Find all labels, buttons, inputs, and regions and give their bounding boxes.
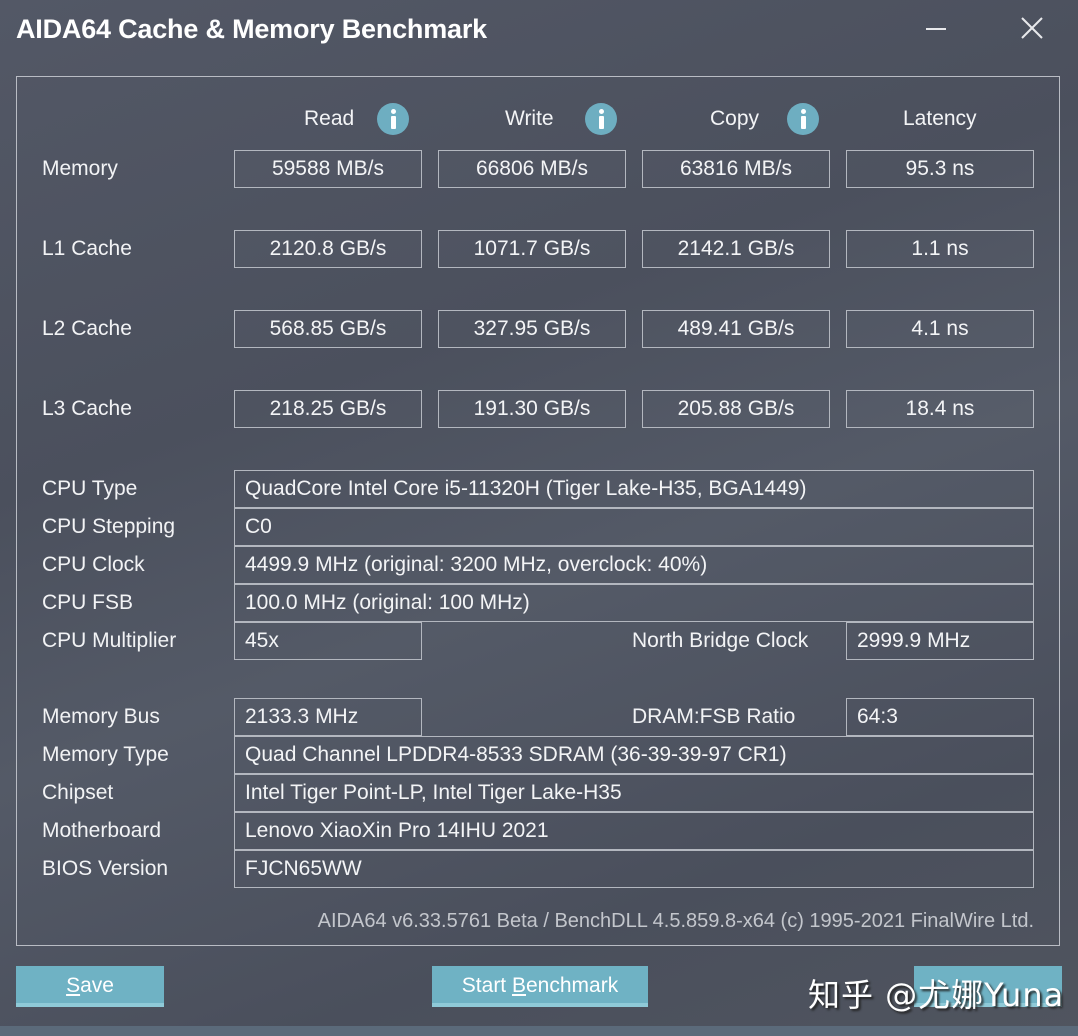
memory-copy-value: 63816 MB/s: [642, 150, 830, 188]
motherboard-label: Motherboard: [42, 819, 162, 842]
column-header-read: Read: [304, 107, 355, 130]
minimize-button[interactable]: [918, 12, 954, 46]
row-label: L3 Cache: [42, 397, 132, 420]
row-label: L1 Cache: [42, 237, 132, 260]
l1-write-value: 1071.7 GB/s: [438, 230, 626, 268]
l2-read-value: 568.85 GB/s: [234, 310, 422, 348]
start-benchmark-mnemonic: B: [511, 974, 526, 997]
window-title: AIDA64 Cache & Memory Benchmark: [16, 14, 487, 44]
memory-type-label: Memory Type: [42, 743, 169, 766]
chipset-value: Intel Tiger Point-LP, Intel Tiger Lake-H…: [234, 774, 1034, 812]
memory-latency-value: 95.3 ns: [846, 150, 1034, 188]
cpu-clock-value: 4499.9 MHz (original: 3200 MHz, overcloc…: [234, 546, 1034, 584]
l3-copy-value: 205.88 GB/s: [642, 390, 830, 428]
start-benchmark-button[interactable]: Start Benchmark: [432, 966, 648, 1007]
start-benchmark-rest: enchmark: [526, 974, 619, 997]
memory-read-value: 59588 MB/s: [234, 150, 422, 188]
save-button[interactable]: Save: [16, 966, 164, 1007]
cpu-clock-label: CPU Clock: [42, 553, 145, 576]
l2-write-value: 327.95 GB/s: [438, 310, 626, 348]
read-info-icon[interactable]: [377, 103, 409, 135]
north-bridge-clock-label: North Bridge Clock: [632, 629, 809, 652]
column-header-copy: Copy: [710, 107, 760, 130]
cpu-fsb-label: CPU FSB: [42, 591, 134, 614]
cpu-multiplier-value: 45x: [234, 622, 422, 660]
l3-read-value: 218.25 GB/s: [234, 390, 422, 428]
motherboard-value: Lenovo XiaoXin Pro 14IHU 2021: [234, 812, 1034, 850]
dram-fsb-ratio-label: DRAM:FSB Ratio: [632, 705, 796, 728]
save-label: ave: [80, 974, 114, 997]
bios-version-label: BIOS Version: [42, 857, 169, 880]
watermark: 知乎 @尤娜Yuna: [808, 976, 1065, 1014]
column-header-write: Write: [505, 107, 554, 130]
north-bridge-clock-value: 2999.9 MHz: [846, 622, 1034, 660]
l3-latency-value: 18.4 ns: [846, 390, 1034, 428]
l2-copy-value: 489.41 GB/s: [642, 310, 830, 348]
cpu-multiplier-label: CPU Multiplier: [42, 629, 177, 652]
row-label: Memory: [42, 157, 118, 180]
cpu-stepping-value: C0: [234, 508, 1034, 546]
close-icon: [1021, 17, 1043, 39]
cpu-type-label: CPU Type: [42, 477, 138, 500]
cpu-stepping-label: CPU Stepping: [42, 515, 176, 538]
close-window-button[interactable]: [1014, 12, 1050, 46]
l3-write-value: 191.30 GB/s: [438, 390, 626, 428]
l1-copy-value: 2142.1 GB/s: [642, 230, 830, 268]
l1-read-value: 2120.8 GB/s: [234, 230, 422, 268]
column-header-latency: Latency: [903, 107, 977, 130]
l1-latency-value: 1.1 ns: [846, 230, 1034, 268]
copy-info-icon[interactable]: [787, 103, 819, 135]
memory-write-value: 66806 MB/s: [438, 150, 626, 188]
l2-latency-value: 4.1 ns: [846, 310, 1034, 348]
row-label: L2 Cache: [42, 317, 132, 340]
bios-version-value: FJCN65WW: [234, 850, 1034, 888]
cpu-type-value: QuadCore Intel Core i5-11320H (Tiger Lak…: [234, 470, 1034, 508]
memory-bus-label: Memory Bus: [42, 705, 160, 728]
chipset-label: Chipset: [42, 781, 114, 804]
dram-fsb-ratio-value: 64:3: [846, 698, 1034, 736]
save-mnemonic: S: [66, 974, 81, 997]
version-footer: AIDA64 v6.33.5761 Beta / BenchDLL 4.5.85…: [317, 910, 1034, 932]
taskbar-edge: [0, 1026, 1078, 1036]
memory-bus-value: 2133.3 MHz: [234, 698, 422, 736]
write-info-icon[interactable]: [585, 103, 617, 135]
memory-type-value: Quad Channel LPDDR4-8533 SDRAM (36-39-39…: [234, 736, 1034, 774]
cpu-fsb-value: 100.0 MHz (original: 100 MHz): [234, 584, 1034, 622]
start-benchmark-prefix: Start: [461, 974, 512, 997]
